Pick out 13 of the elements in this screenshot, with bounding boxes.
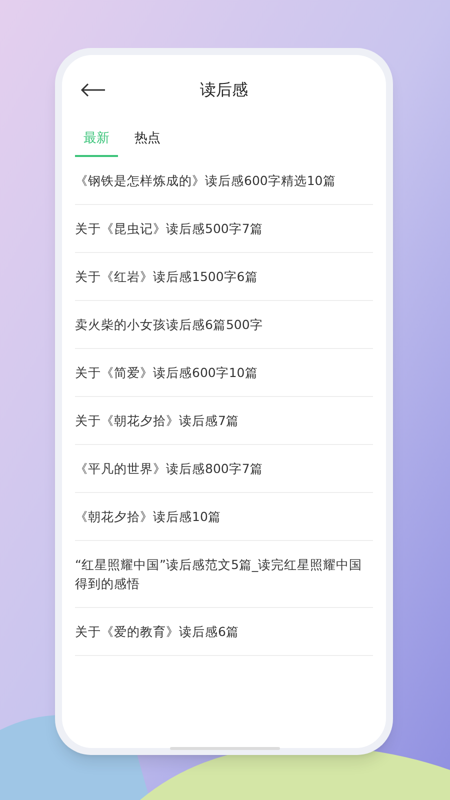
article-title[interactable]: “红星照耀中国”读后感范文5篇_读完红星照耀中国得到的感悟 — [75, 555, 365, 593]
article-title[interactable]: 《钢铁是怎样炼成的》读后感600字精选10篇 — [75, 171, 365, 190]
article-title[interactable]: 关于《昆虫记》读后感500字7篇 — [75, 219, 365, 238]
back-arrow-icon — [80, 83, 106, 97]
page-title: 读后感 — [200, 79, 248, 101]
article-title[interactable]: 关于《爱的教育》读后感6篇 — [75, 622, 365, 641]
article-title[interactable]: 关于《简爱》读后感600字10篇 — [75, 363, 365, 382]
article-title[interactable]: 关于《红岩》读后感1500字6篇 — [75, 267, 365, 286]
article-title[interactable]: 关于《朝花夕拾》读后感7篇 — [75, 411, 365, 430]
article-title[interactable]: 《平凡的世界》读后感800字7篇 — [75, 459, 365, 478]
article-title[interactable]: 《朝花夕拾》读后感10篇 — [75, 507, 365, 526]
article-title[interactable]: 卖火柴的小女孩读后感6篇500字 — [75, 315, 365, 334]
tab[interactable]: 热点 — [126, 123, 169, 157]
